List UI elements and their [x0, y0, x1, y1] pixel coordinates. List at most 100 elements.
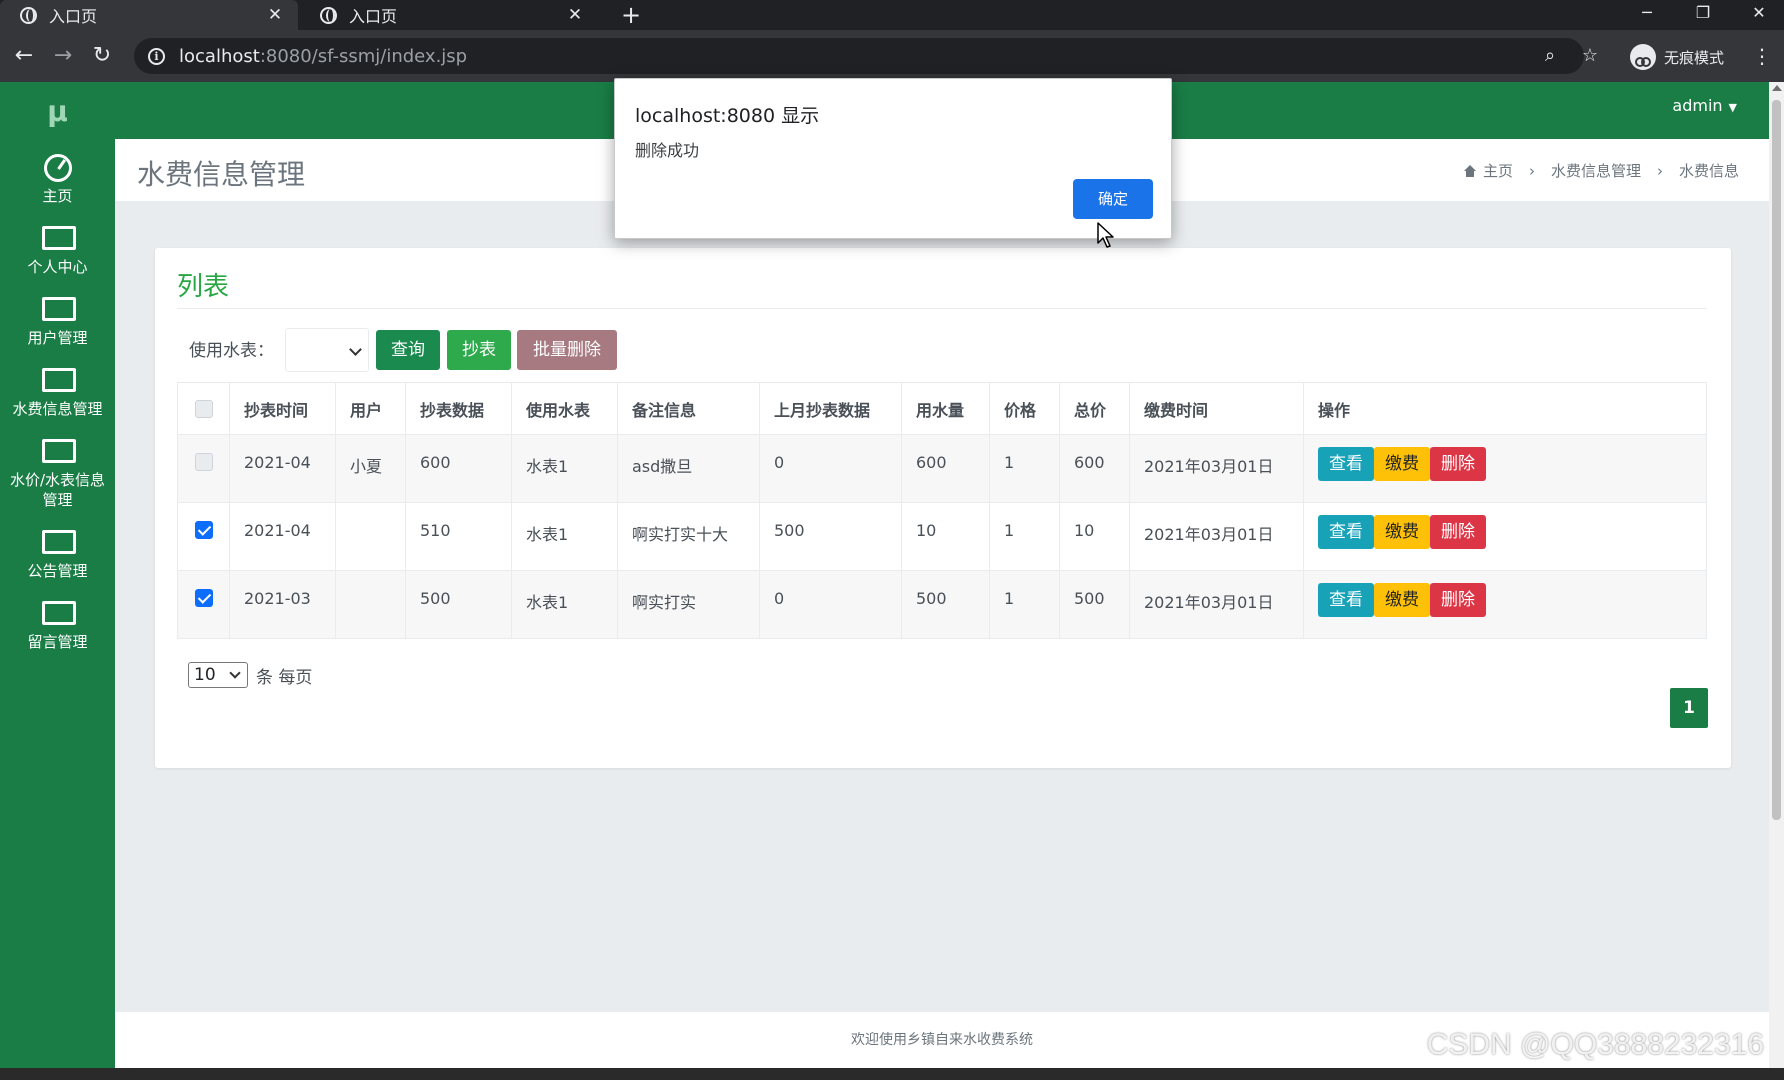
dialog-ok-button[interactable]: 确定 — [1073, 179, 1153, 219]
restore-icon[interactable]: ❐ — [1678, 0, 1728, 26]
breadcrumb-section[interactable]: 水费信息管理 — [1551, 160, 1641, 181]
sidebar-item-water-fee[interactable]: 水费信息管理 — [0, 358, 115, 429]
tab-title: 入口页 — [49, 7, 98, 26]
sidebar-item-notices[interactable]: 公告管理 — [0, 520, 115, 591]
monitor-icon — [41, 439, 76, 464]
pay-button[interactable]: 缴费 — [1374, 583, 1430, 617]
browser-tab-2[interactable]: 入口页 ✕ — [300, 0, 598, 30]
col-header: 用户 — [335, 382, 406, 435]
read-meter-button[interactable]: 抄表 — [447, 330, 511, 370]
cell-remark: 啊实打实 — [617, 570, 760, 639]
user-menu[interactable]: admin ▼ — [1672, 96, 1737, 115]
pay-button[interactable]: 缴费 — [1374, 447, 1430, 481]
monitor-icon — [41, 368, 76, 393]
sidebar-item-label: 主页 — [42, 187, 73, 205]
close-window-icon[interactable]: ✕ — [1734, 0, 1784, 26]
incognito-icon — [1630, 44, 1656, 70]
sidebar-item-messages[interactable]: 留言管理 — [0, 591, 115, 662]
cell-meter: 水表1 — [511, 502, 618, 571]
cell-remark: asd撒旦 — [617, 434, 760, 503]
query-button[interactable]: 查询 — [376, 330, 440, 370]
view-button[interactable]: 查看 — [1318, 583, 1374, 617]
back-arrow-icon[interactable]: ← — [8, 40, 40, 72]
close-tab-icon[interactable]: ✕ — [264, 5, 286, 25]
divider — [177, 308, 1707, 309]
sidebar-item-home[interactable]: 主页 — [0, 142, 115, 216]
browser-toolbar: ← → ↻ i localhost:8080/sf-ssmj/index.jsp… — [0, 30, 1784, 82]
page-size-select[interactable]: 10 — [188, 662, 248, 688]
cell-meter: 水表1 — [511, 570, 618, 639]
incognito-label: 无痕模式 — [1664, 48, 1725, 67]
row-checkbox[interactable] — [194, 452, 213, 471]
home-icon — [1463, 164, 1477, 177]
breadcrumb-current: 水费信息 — [1678, 162, 1739, 180]
minimize-icon[interactable]: ─ — [1622, 0, 1672, 26]
card-title: 列表 — [177, 272, 230, 302]
forward-arrow-icon[interactable]: → — [47, 40, 79, 72]
cell-price: 1 — [989, 502, 1060, 571]
new-tab-button[interactable]: + — [616, 0, 646, 30]
sidebar-item-label: 公告管理 — [27, 562, 88, 580]
site-info-icon[interactable]: i — [148, 47, 165, 65]
delete-button[interactable]: 删除 — [1430, 583, 1486, 617]
page-1-button[interactable]: 1 — [1670, 688, 1708, 728]
globe-icon — [320, 6, 337, 24]
cell-reading: 500 — [405, 570, 512, 639]
cell-user — [335, 570, 406, 639]
cell-last-reading: 0 — [759, 434, 902, 503]
cell-usage: 500 — [901, 570, 990, 639]
row-check-cell — [177, 570, 230, 639]
cell-reading: 510 — [405, 502, 512, 571]
meter-filter-label: 使用水表： — [189, 341, 274, 361]
globe-icon — [20, 6, 37, 24]
pay-button[interactable]: 缴费 — [1374, 515, 1430, 549]
cell-actions: 查看 缴费 删除 — [1303, 502, 1707, 571]
page-size-suffix: 条 每页 — [256, 667, 313, 688]
sidebar-item-price-meter[interactable]: 水价/水表信息管理 — [0, 429, 115, 520]
cell-pay-time: 2021年03月01日 — [1129, 434, 1304, 503]
browser-menu-icon[interactable]: ⋮ — [1752, 42, 1772, 70]
row-checkbox[interactable] — [194, 588, 213, 607]
cell-price: 1 — [989, 570, 1060, 639]
row-check-cell — [177, 502, 230, 571]
table-row: 2021-03 500 水表1 啊实打实 0 500 1 500 2021年03… — [177, 570, 1707, 639]
scroll-up-arrow-icon[interactable] — [1772, 85, 1782, 91]
alert-dialog: localhost:8080 显示 删除成功 确定 — [614, 78, 1172, 239]
cell-usage: 10 — [901, 502, 990, 571]
reload-icon[interactable]: ↻ — [86, 40, 118, 72]
url-text: localhost:8080/sf-ssmj/index.jsp — [179, 45, 468, 67]
cell-last-reading: 500 — [759, 502, 902, 571]
monitor-icon — [41, 601, 76, 626]
scroll-thumb[interactable] — [1772, 100, 1781, 820]
zoom-icon[interactable]: ⌕ — [1538, 44, 1562, 68]
browser-tab-1[interactable]: 入口页 ✕ — [0, 0, 298, 30]
app-logo[interactable]: μ — [0, 82, 115, 142]
monitor-icon — [41, 226, 76, 251]
breadcrumb-home[interactable]: 主页 — [1483, 160, 1513, 181]
sidebar-item-users[interactable]: 用户管理 — [0, 287, 115, 358]
delete-button[interactable]: 删除 — [1430, 515, 1486, 549]
cell-user — [335, 502, 406, 571]
page-size-control: 10 条 每页 — [188, 662, 312, 688]
view-button[interactable]: 查看 — [1318, 515, 1374, 549]
select-all-checkbox[interactable] — [194, 400, 213, 419]
row-checkbox[interactable] — [194, 520, 213, 539]
address-bar[interactable]: i localhost:8080/sf-ssmj/index.jsp ⌕ ☆ — [134, 38, 1598, 74]
close-tab-icon[interactable]: ✕ — [564, 5, 586, 25]
dashboard-icon — [42, 152, 74, 182]
cell-read-time: 2021-04 — [229, 434, 336, 503]
sidebar-item-profile[interactable]: 个人中心 — [0, 216, 115, 287]
monitor-icon — [41, 297, 76, 322]
chevron-right-icon: › — [1528, 161, 1535, 180]
bookmark-star-icon[interactable]: ☆ — [1578, 44, 1602, 68]
cell-actions: 查看 缴费 删除 — [1303, 570, 1707, 639]
cell-meter: 水表1 — [511, 434, 618, 503]
cell-total: 10 — [1059, 502, 1130, 571]
batch-delete-button[interactable]: 批量删除 — [517, 330, 617, 370]
meter-select[interactable] — [285, 328, 369, 372]
view-button[interactable]: 查看 — [1318, 447, 1374, 481]
delete-button[interactable]: 删除 — [1430, 447, 1486, 481]
incognito-indicator[interactable]: 无痕模式 — [1630, 43, 1724, 71]
page-scrollbar[interactable] — [1769, 82, 1784, 1068]
table-row: 2021-04 小夏 600 水表1 asd撒旦 0 600 1 600 202… — [177, 434, 1707, 503]
